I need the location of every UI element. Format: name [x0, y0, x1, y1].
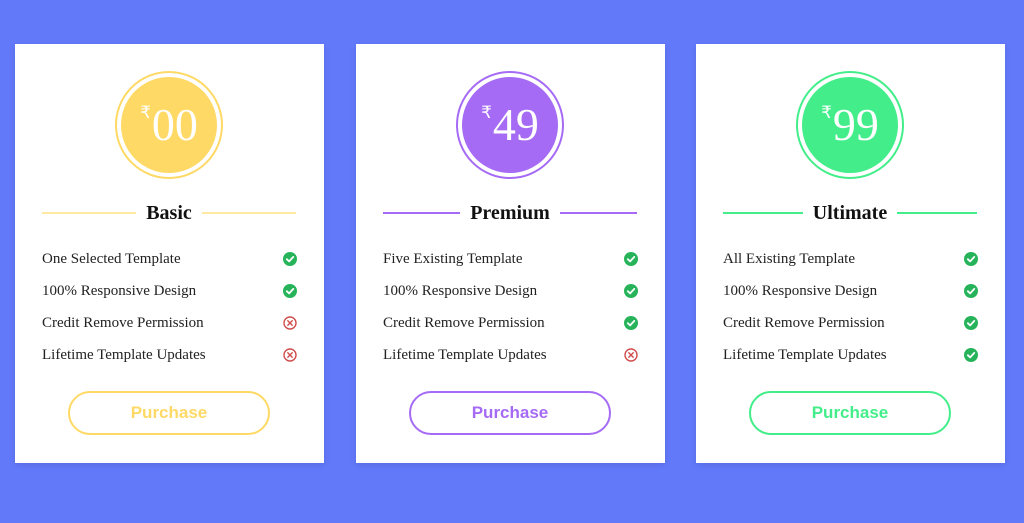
feature-item: One Selected Template — [42, 243, 297, 275]
purchase-button[interactable]: Purchase — [68, 391, 270, 435]
price-amount: 00 — [151, 99, 198, 150]
check-circle-icon — [964, 348, 978, 362]
feature-item: Lifetime Template Updates — [42, 339, 297, 371]
pricing-card-premium: ₹ 49 Premium Five Existing Template 100%… — [356, 44, 665, 463]
price-ring: ₹ 00 — [115, 71, 223, 179]
feature-label: 100% Responsive Design — [723, 282, 878, 299]
price-badge: ₹ 99 — [802, 77, 898, 173]
check-circle-icon — [964, 284, 978, 298]
feature-item: Lifetime Template Updates — [383, 339, 638, 371]
purchase-button[interactable]: Purchase — [409, 391, 611, 435]
check-circle-icon — [624, 284, 638, 298]
plan-title-row: Ultimate — [723, 201, 978, 224]
check-circle-icon — [624, 316, 638, 330]
x-circle-icon — [624, 348, 638, 362]
feature-label: All Existing Template — [723, 250, 855, 267]
price-badge: ₹ 00 — [121, 77, 217, 173]
pricing-card-ultimate: ₹ 99 Ultimate All Existing Template 100%… — [696, 44, 1005, 463]
pricing-card-basic: ₹ 00 Basic One Selected Template 100% Re… — [15, 44, 324, 463]
divider-line-right — [897, 212, 978, 214]
feature-label: Lifetime Template Updates — [383, 346, 547, 363]
plan-name: Ultimate — [812, 201, 888, 224]
plan-name: Premium — [470, 201, 550, 224]
check-circle-icon — [964, 252, 978, 266]
plan-title-row: Premium — [383, 201, 638, 224]
feature-label: 100% Responsive Design — [42, 282, 197, 299]
feature-item: All Existing Template — [723, 243, 978, 275]
price-amount: 99 — [832, 99, 879, 150]
feature-list: Five Existing Template 100% Responsive D… — [383, 243, 638, 371]
x-circle-icon — [283, 316, 297, 330]
plan-name: Basic — [146, 201, 192, 224]
feature-label: Lifetime Template Updates — [42, 346, 206, 363]
check-circle-icon — [283, 252, 297, 266]
divider-line-right — [559, 212, 638, 214]
purchase-button[interactable]: Purchase — [749, 391, 951, 435]
feature-item: Credit Remove Permission — [383, 307, 638, 339]
feature-list: One Selected Template 100% Responsive De… — [42, 243, 297, 371]
divider-line-left — [42, 212, 137, 214]
feature-label: 100% Responsive Design — [383, 282, 538, 299]
check-circle-icon — [624, 252, 638, 266]
feature-item: Lifetime Template Updates — [723, 339, 978, 371]
feature-item: 100% Responsive Design — [42, 275, 297, 307]
feature-item: 100% Responsive Design — [723, 275, 978, 307]
check-circle-icon — [964, 316, 978, 330]
check-circle-icon — [283, 284, 297, 298]
feature-item: Credit Remove Permission — [723, 307, 978, 339]
feature-label: Lifetime Template Updates — [723, 346, 887, 363]
price-ring: ₹ 99 — [796, 71, 904, 179]
divider-line-right — [201, 212, 296, 214]
plan-title-row: Basic — [42, 202, 296, 224]
price-amount: 49 — [492, 99, 539, 150]
currency-symbol: ₹ — [481, 103, 492, 123]
feature-item: Credit Remove Permission — [42, 307, 297, 339]
x-circle-icon — [283, 348, 297, 362]
price-badge: ₹ 49 — [462, 77, 558, 173]
feature-label: Credit Remove Permission — [383, 314, 545, 331]
divider-line-left — [723, 212, 803, 214]
currency-symbol: ₹ — [821, 103, 832, 123]
feature-list: All Existing Template 100% Responsive De… — [723, 243, 978, 371]
feature-item: 100% Responsive Design — [383, 275, 638, 307]
feature-label: Credit Remove Permission — [723, 314, 885, 331]
feature-item: Five Existing Template — [383, 243, 638, 275]
feature-label: One Selected Template — [42, 250, 181, 267]
price-ring: ₹ 49 — [456, 71, 564, 179]
currency-symbol: ₹ — [140, 103, 151, 123]
feature-label: Five Existing Template — [383, 250, 523, 267]
divider-line-left — [383, 212, 461, 214]
feature-label: Credit Remove Permission — [42, 314, 204, 331]
